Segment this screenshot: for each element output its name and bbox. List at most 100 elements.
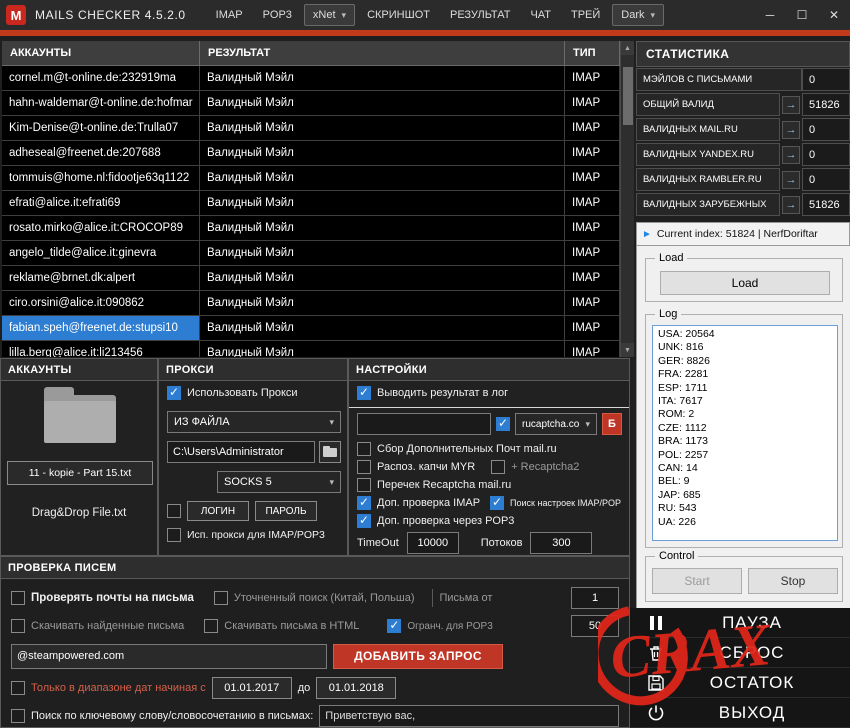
add-query-button[interactable]: ДОБАВИТЬ ЗАПРОС [333, 644, 503, 669]
result-cell[interactable]: Валидный Мэйл [200, 91, 565, 116]
pop3-limit-checkbox[interactable] [387, 619, 401, 633]
reset-button[interactable]: СБРОС [630, 638, 850, 668]
type-cell[interactable]: IMAP [565, 166, 620, 191]
keyword-checkbox[interactable] [11, 709, 25, 723]
account-cell[interactable]: cornel.m@t-online.de:232919ma [2, 66, 200, 91]
menu-result[interactable]: РЕЗУЛЬТАТ [442, 5, 518, 25]
table-row[interactable]: rosato.mirko@alice.it:CROCOP89Валидный М… [2, 216, 620, 241]
table-row[interactable]: efrati@alice.it:efrati69Валидный МэйлIMA… [2, 191, 620, 216]
result-cell[interactable]: Валидный Мэйл [200, 116, 565, 141]
extra-pop3-checkbox[interactable] [357, 514, 371, 528]
menu-xnet-dropdown[interactable]: xNet ▾ [304, 4, 355, 26]
extra-imap-checkbox[interactable] [357, 496, 371, 510]
loaded-file-button[interactable]: 11 - kopie - Part 15.txt [7, 461, 153, 485]
keyword-input[interactable] [319, 705, 619, 727]
type-cell[interactable]: IMAP [565, 91, 620, 116]
table-row[interactable]: angelo_tilde@alice.it:ginevraВалидный Мэ… [2, 241, 620, 266]
menu-screenshot[interactable]: СКРИНШОТ [359, 5, 438, 25]
collect-extra-checkbox[interactable] [357, 442, 371, 456]
exit-button[interactable]: ВЫХОД [630, 698, 850, 728]
menu-pop3[interactable]: POP3 [255, 5, 300, 25]
type-cell[interactable]: IMAP [565, 191, 620, 216]
table-row[interactable]: ciro.orsini@alice.it:090862Валидный Мэйл… [2, 291, 620, 316]
letters-from-input[interactable] [571, 587, 619, 609]
pop3-limit-input[interactable] [571, 615, 619, 637]
type-cell[interactable]: IMAP [565, 266, 620, 291]
captcha-service-checkbox[interactable] [496, 417, 510, 431]
check-letters-checkbox[interactable] [11, 591, 25, 605]
proxy-path-input[interactable] [167, 441, 315, 463]
start-button[interactable]: Start [652, 568, 742, 594]
refined-search-checkbox[interactable] [214, 591, 228, 605]
type-cell[interactable]: IMAP [565, 316, 620, 341]
use-proxy-checkbox[interactable] [167, 386, 181, 400]
table-row-selected[interactable]: fabian.speh@freenet.de:stupsi10Валидный … [2, 316, 620, 341]
result-cell[interactable]: Валидный Мэйл [200, 266, 565, 291]
column-header-result[interactable]: РЕЗУЛЬТАТ [200, 41, 565, 66]
account-cell[interactable]: hahn-waldemar@t-online.de:hofmar [2, 91, 200, 116]
remainder-button[interactable]: ОСТАТОК [630, 668, 850, 698]
type-cell[interactable]: IMAP [565, 116, 620, 141]
account-cell[interactable]: tommuis@home.nl:fidootje63q1122 [2, 166, 200, 191]
account-cell[interactable]: rosato.mirko@alice.it:CROCOP89 [2, 216, 200, 241]
download-html-checkbox[interactable] [204, 619, 218, 633]
close-button[interactable]: ✕ [818, 0, 850, 30]
result-cell[interactable]: Валидный Мэйл [200, 291, 565, 316]
table-scrollbar[interactable]: ▲ ▼ [620, 41, 634, 357]
account-cell[interactable]: efrati@alice.it:efrati69 [2, 191, 200, 216]
column-header-type[interactable]: ТИП [565, 41, 620, 66]
table-row-partial[interactable]: lilla.berg@alice.it:li213456Валидный Мэй… [2, 341, 620, 357]
type-cell[interactable]: IMAP [565, 291, 620, 316]
scroll-down-icon[interactable]: ▼ [621, 343, 634, 357]
account-cell[interactable]: reklame@brnet.dk:alpert [2, 266, 200, 291]
query-input[interactable] [11, 644, 327, 669]
table-row[interactable]: reklame@brnet.dk:alpertВалидный МэйлIMAP [2, 266, 620, 291]
table-row[interactable]: tommuis@home.nl:fidootje63q1122Валидный … [2, 166, 620, 191]
current-index-tab[interactable]: ► Current index: 51824 | NerfDoriftar [636, 222, 850, 246]
export-arrow-icon[interactable]: → [782, 171, 800, 189]
export-arrow-icon[interactable]: → [782, 121, 800, 139]
captcha-key-input[interactable] [357, 413, 491, 435]
date-from-button[interactable]: 01.01.2017 [212, 677, 292, 699]
table-row[interactable]: adheseal@freenet.de:207688Валидный МэйлI… [2, 141, 620, 166]
result-cell[interactable]: Валидный Мэйл [200, 191, 565, 216]
account-cell[interactable]: angelo_tilde@alice.it:ginevra [2, 241, 200, 266]
account-cell[interactable]: lilla.berg@alice.it:li213456 [2, 341, 200, 357]
type-cell[interactable]: IMAP [565, 66, 620, 91]
type-cell[interactable]: IMAP [565, 216, 620, 241]
result-cell[interactable]: Валидный Мэйл [200, 341, 565, 357]
account-cell-selected[interactable]: fabian.speh@freenet.de:stupsi10 [2, 316, 200, 341]
proxy-type-select[interactable]: SOCKS 5 ▾ [217, 471, 341, 493]
date-to-button[interactable]: 01.01.2018 [316, 677, 396, 699]
minimize-button[interactable]: ─ [754, 0, 786, 30]
login-button[interactable]: ЛОГИН [187, 501, 249, 521]
captcha-service-select[interactable]: rucaptcha.co ▾ [515, 413, 597, 435]
proxy-imap-pop3-checkbox[interactable] [167, 528, 181, 542]
recognize-captcha-checkbox[interactable] [357, 460, 371, 474]
menu-imap[interactable]: IMAP [208, 5, 251, 25]
menu-tray[interactable]: ТРЕЙ [563, 5, 608, 25]
scroll-up-icon[interactable]: ▲ [621, 41, 634, 55]
imap-pop-search-checkbox[interactable] [490, 496, 504, 510]
type-cell[interactable]: IMAP [565, 141, 620, 166]
export-arrow-icon[interactable]: → [782, 196, 800, 214]
proxy-auth-checkbox[interactable] [167, 504, 181, 518]
recheck-checkbox[interactable] [357, 478, 371, 492]
table-row[interactable]: Kim-Denise@t-online.de:Trulla07Валидный … [2, 116, 620, 141]
result-cell[interactable]: Валидный Мэйл [200, 216, 565, 241]
result-cell[interactable]: Валидный Мэйл [200, 141, 565, 166]
log-output-checkbox[interactable] [357, 386, 371, 400]
result-cell[interactable]: Валидный Мэйл [200, 66, 565, 91]
timeout-input[interactable] [407, 532, 459, 554]
result-cell[interactable]: Валидный Мэйл [200, 316, 565, 341]
stop-button[interactable]: Stop [748, 568, 838, 594]
load-button[interactable]: Load [660, 271, 830, 295]
menu-chat[interactable]: ЧАТ [522, 5, 559, 25]
type-cell[interactable]: IMAP [565, 241, 620, 266]
password-button[interactable]: ПАРОЛЬ [255, 501, 317, 521]
balance-button[interactable]: Б [602, 413, 622, 435]
pause-button[interactable]: ПАУЗА [630, 608, 850, 638]
account-cell[interactable]: adheseal@freenet.de:207688 [2, 141, 200, 166]
recaptcha2-checkbox[interactable] [491, 460, 505, 474]
column-header-accounts[interactable]: АККАУНТЫ [2, 41, 200, 66]
